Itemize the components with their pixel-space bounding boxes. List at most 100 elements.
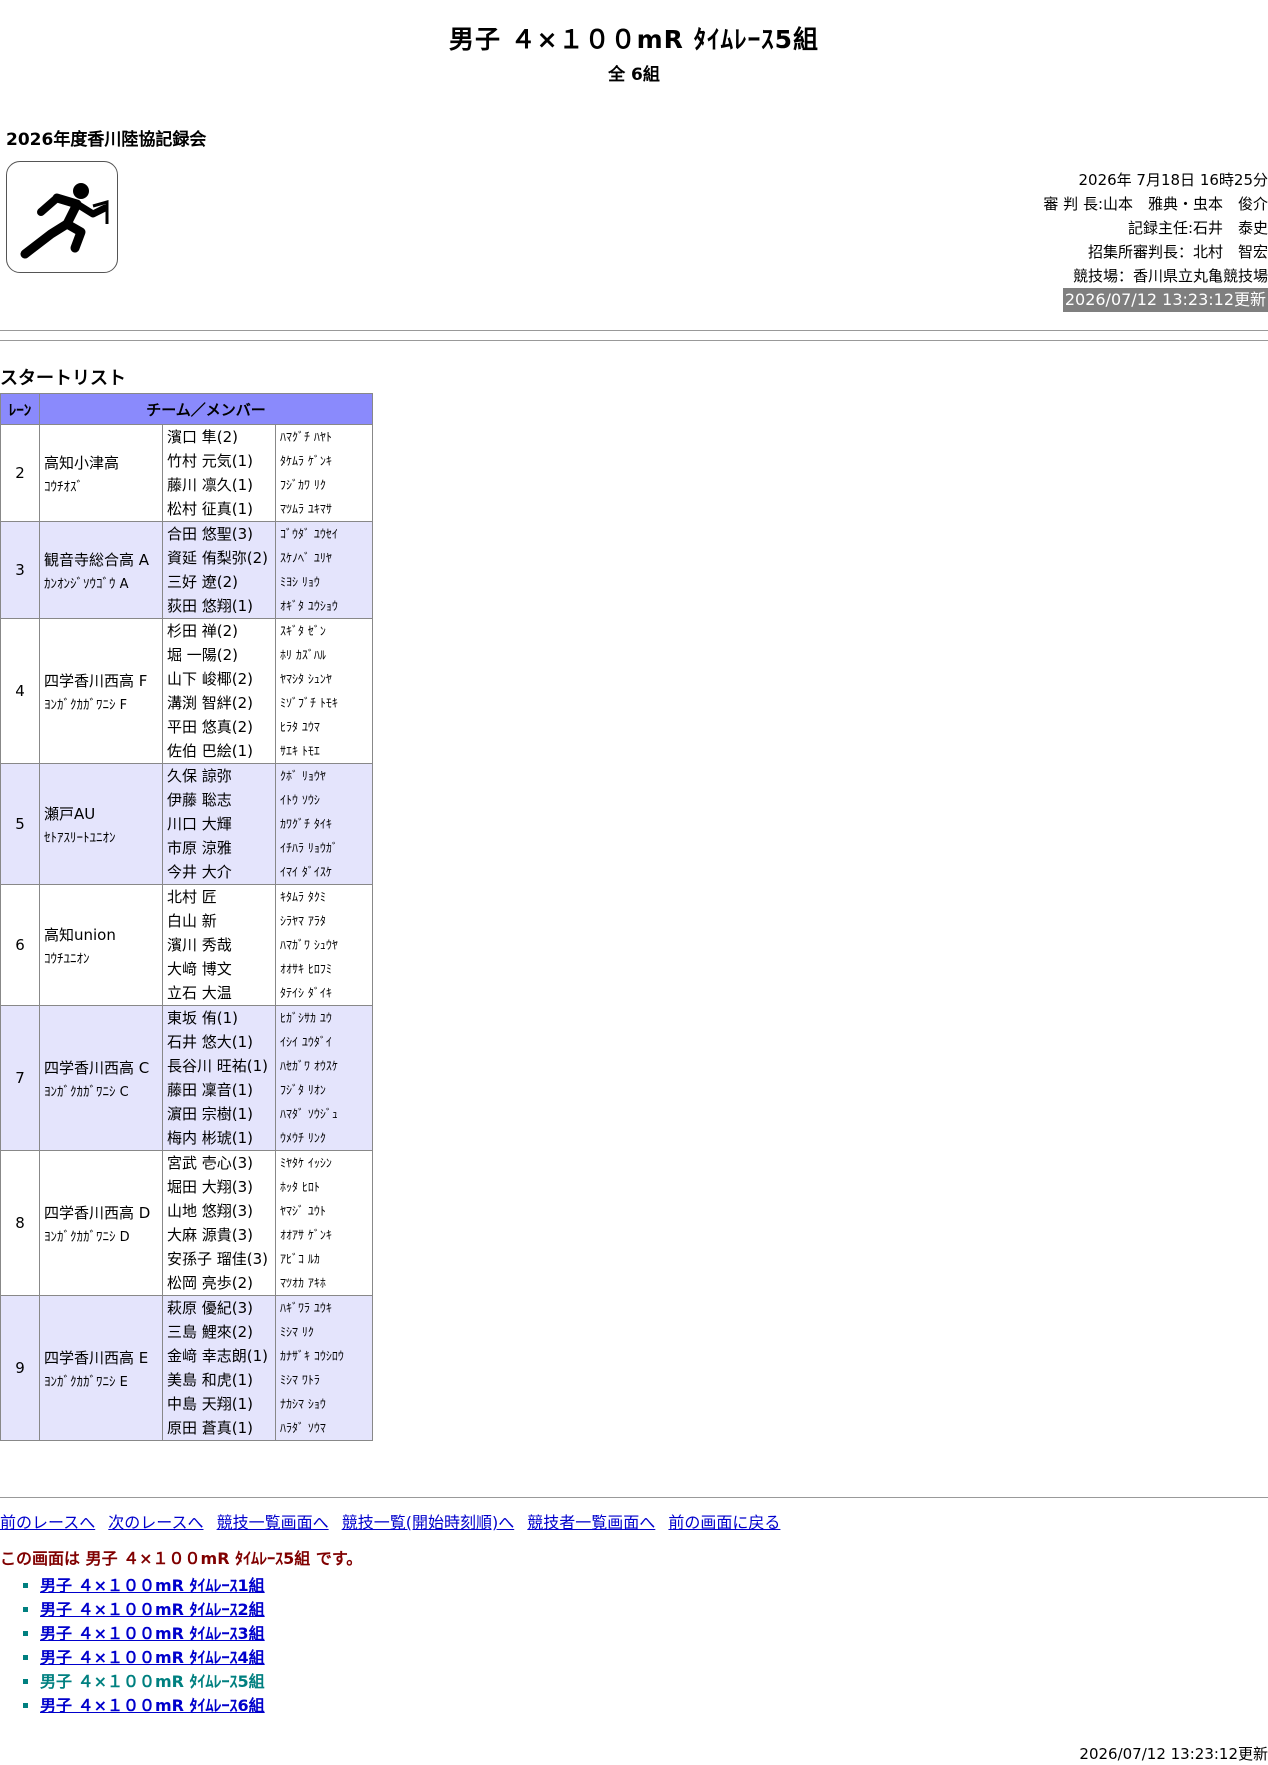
member-name: 濱川 秀哉 (167, 936, 232, 954)
venue: 競技場：香川県立丸亀競技場 (1072, 267, 1268, 285)
member-kana: ﾀﾃｲｼ ﾀﾞｲｷ (280, 986, 332, 1000)
member-kana: ｵｵｱｻ ｹﾞﾝｷ (280, 1228, 332, 1242)
member-kana: ﾀｹﾑﾗ ｹﾞﾝｷ (280, 454, 332, 468)
member-name: 松岡 亮歩(2) (167, 1274, 254, 1292)
team-kana: ｺｳﾁﾕﾆｵﾝ (44, 951, 90, 967)
member-kana: ﾔﾏｼﾀ ｼｭﾝﾔ (280, 672, 332, 686)
member-kana-cell: ｽｷﾞﾀ ｾﾞﾝ ﾎﾘ ｶｽﾞﾊﾙ ﾔﾏｼﾀ ｼｭﾝﾔ ﾐｿﾞﾌﾞﾁ ﾄﾓｷ ﾋﾗﾀ ﾕ… (275, 618, 373, 764)
member-kana-cell: ｷﾀﾑﾗ ﾀｸﾐ ｼﾗﾔﾏ ｱﾗﾀ ﾊﾏｶﾞﾜ ｼｭｳﾔ ｵｵｻｷ ﾋﾛﾌﾐ ﾀﾃｲｼ … (275, 884, 373, 1006)
member-kana: ﾋﾗﾀ ﾕｳﾏ (280, 720, 320, 734)
next-race-link[interactable]: 次のレースへ (108, 1513, 203, 1532)
sprint-logo (6, 161, 118, 273)
member-name: 松村 征真(1) (167, 500, 254, 518)
back-link[interactable]: 前の画面に戻る (668, 1513, 780, 1532)
member-names-cell: 杉田 禅(2) 堀 一陽(2) 山下 峻椰(2) 溝渕 智絆(2) 平田 悠真(2) 佐伯… (162, 618, 276, 764)
member-name: 金﨑 幸志朗(1) (167, 1347, 269, 1365)
team-name: 高知小津高 (44, 453, 120, 472)
member-kana: ﾊﾏﾀﾞ ｿｳｼﾞｭ (280, 1107, 338, 1121)
member-name: 山下 峻椰(2) (167, 670, 254, 688)
race-link[interactable]: 男子 ４×１００mR ﾀｲﾑﾚｰｽ2組 (40, 1600, 265, 1619)
member-kana: ｷﾀﾑﾗ ﾀｸﾐ (280, 890, 326, 904)
lane-number: 4 (0, 618, 40, 764)
member-kana: ｽｹﾉﾍﾞ ﾕﾘﾔ (280, 551, 332, 565)
member-kana: ｲﾄｳ ｿｳｼ (280, 793, 320, 807)
member-kana: ﾐｼﾏ ﾜﾄﾗ (280, 1373, 320, 1387)
team-cell: 四学香川西高 F ﾖﾝｶﾞｸｶｶﾞﾜﾆｼ F (39, 618, 163, 764)
team-name: 四学香川西高 F (44, 671, 148, 690)
member-name: 長谷川 旺祐(1) (167, 1057, 269, 1075)
member-kana: ｲｼｲ ﾕｳﾀﾞｲ (280, 1035, 332, 1049)
member-name: 市原 涼雅 (167, 839, 232, 857)
team-kana: ｺｳﾁｵｽﾞ (44, 479, 83, 495)
member-name: 梅内 彬琥(1) (167, 1129, 254, 1147)
referee: 審 判 長:山本 雅典・虫本 俊介 (1043, 195, 1268, 213)
event-list-time-link[interactable]: 競技一覧(開始時刻順)へ (342, 1513, 515, 1532)
member-kana: ﾌｼﾞﾀ ﾘｵﾝ (280, 1083, 326, 1097)
member-name: 三島 鯉來(2) (167, 1323, 254, 1341)
lane-number: 3 (0, 521, 40, 619)
member-name: 山地 悠翔(3) (167, 1202, 254, 1220)
member-names-cell: 合田 悠聖(3) 資延 侑梨弥(2) 三好 遼(2) 荻田 悠翔(1) (162, 521, 276, 619)
member-name: 合田 悠聖(3) (167, 525, 254, 543)
table-row: 4 四学香川西高 F ﾖﾝｶﾞｸｶｶﾞﾜﾆｼ F 杉田 禅(2) 堀 一陽(2) 山下 峻… (0, 618, 373, 764)
member-name: 藤川 凛久(1) (167, 476, 254, 494)
member-kana: ﾐｼﾏ ﾘｸ (280, 1325, 314, 1339)
member-name: 荻田 悠翔(1) (167, 597, 254, 615)
recorder: 記録主任:石井 泰史 (1127, 219, 1268, 237)
member-kana: ｺﾞｳﾀﾞ ﾕｳｾｲ (280, 527, 338, 541)
member-name: 伊藤 聡志 (167, 791, 232, 809)
member-name: 佐伯 巴絵(1) (167, 742, 254, 760)
table-row: 8 四学香川西高 D ﾖﾝｶﾞｸｶｶﾞﾜﾆｼ D 宮武 壱心(3) 堀田 大翔(3) 山地… (0, 1150, 373, 1296)
team-cell: 高知小津高 ｺｳﾁｵｽﾞ (39, 424, 163, 522)
team-kana: ﾖﾝｶﾞｸｶｶﾞﾜﾆｼ C (44, 1084, 129, 1100)
team-name: 瀬戸AU (44, 804, 96, 823)
member-kana: ｼﾗﾔﾏ ｱﾗﾀ (280, 914, 326, 928)
race-link[interactable]: 男子 ４×１００mR ﾀｲﾑﾚｰｽ3組 (40, 1624, 265, 1643)
member-name: 東坂 侑(1) (167, 1009, 239, 1027)
member-kana: ｶﾜｸﾞﾁ ﾀｲｷ (280, 817, 332, 831)
member-name: 堀 一陽(2) (167, 646, 239, 664)
team-kana: ﾖﾝｶﾞｸｶｶﾞﾜﾆｼ F (44, 697, 128, 713)
team-kana: ﾖﾝｶﾞｸｶｶﾞﾜﾆｼ E (44, 1374, 128, 1390)
race-list-item: 男子 ４×１００mR ﾀｲﾑﾚｰｽ4組 (40, 1646, 265, 1670)
race-link[interactable]: 男子 ４×１００mR ﾀｲﾑﾚｰｽ6組 (40, 1696, 265, 1715)
table-row: 5 瀬戸AU ｾﾄｱｽﾘｰﾄﾕﾆｵﾝ 久保 諒弥 伊藤 聡志 川口 大輝 市原 涼雅 今井 大… (0, 763, 373, 885)
race-link[interactable]: 男子 ４×１００mR ﾀｲﾑﾚｰｽ4組 (40, 1648, 265, 1667)
member-name: 資延 侑梨弥(2) (167, 549, 269, 567)
race-list-item: 男子 ４×１００mR ﾀｲﾑﾚｰｽ5組 (40, 1670, 265, 1694)
member-name: 久保 諒弥 (167, 767, 232, 785)
race-list-item: 男子 ４×１００mR ﾀｲﾑﾚｰｽ3組 (40, 1622, 265, 1646)
race-link[interactable]: 男子 ４×１００mR ﾀｲﾑﾚｰｽ1組 (40, 1576, 265, 1595)
member-name: 立石 大温 (167, 984, 232, 1002)
member-name: 三好 遼(2) (167, 573, 239, 591)
race-list-item: 男子 ４×１００mR ﾀｲﾑﾚｰｽ2組 (40, 1598, 265, 1622)
updated-badge: 2026/07/12 13:23:12更新 (1062, 288, 1268, 312)
navigation-links: 前のレースへ 次のレースへ 競技一覧画面へ 競技一覧(開始時刻順)へ 競技者一覧… (0, 1509, 788, 1533)
column-header-team: チーム／メンバー (39, 393, 373, 425)
member-name: 藤田 凜音(1) (167, 1081, 254, 1099)
start-list-heading: スタートリスト (0, 368, 126, 389)
team-cell: 高知union ｺｳﾁﾕﾆｵﾝ (39, 884, 163, 1006)
team-name: 四学香川西高 D (44, 1203, 151, 1222)
team-kana: ﾖﾝｶﾞｸｶｶﾞﾜﾆｼ D (44, 1229, 130, 1245)
event-list-link[interactable]: 競技一覧画面へ (217, 1513, 329, 1532)
member-kana-cell: ﾊｷﾞﾜﾗ ﾕｳｷ ﾐｼﾏ ﾘｸ ｶﾅｻﾞｷ ｺｳｼﾛｳ ﾐｼﾏ ﾜﾄﾗ ﾅｶｼﾏ ｼｮ… (275, 1295, 373, 1441)
member-kana: ｽｷﾞﾀ ｾﾞﾝ (280, 624, 326, 638)
team-name: 高知union (44, 925, 116, 944)
prev-race-link[interactable]: 前のレースへ (0, 1513, 95, 1532)
athlete-list-link[interactable]: 競技者一覧画面へ (527, 1513, 655, 1532)
member-names-cell: 北村 匠白山 新濱川 秀哉 大﨑 博文 立石 大温 (162, 884, 276, 1006)
member-name: 白山 新 (167, 912, 217, 930)
page-subtitle: 全 6組 (608, 65, 660, 85)
team-cell: 四学香川西高 D ﾖﾝｶﾞｸｶｶﾞﾜﾆｼ D (39, 1150, 163, 1296)
team-cell: 四学香川西高 C ﾖﾝｶﾞｸｶｶﾞﾜﾆｼ C (39, 1005, 163, 1151)
page-title: 男子 ４×１００mR ﾀｲﾑﾚｰｽ5組 (448, 25, 820, 54)
member-name: 中島 天翔(1) (167, 1395, 254, 1413)
member-name: 溝渕 智絆(2) (167, 694, 254, 712)
team-cell: 瀬戸AU ｾﾄｱｽﾘｰﾄﾕﾆｵﾝ (39, 763, 163, 885)
table-row: 9 四学香川西高 E ﾖﾝｶﾞｸｶｶﾞﾜﾆｼ E 萩原 優紀(3) 三島 鯉來(2) 金﨑… (0, 1295, 373, 1441)
member-kana: ﾏﾂﾑﾗ ﾕｷﾏｻ (280, 502, 332, 516)
race-datetime: 2026年 7月18日 16時25分 (1078, 171, 1268, 189)
team-name: 四学香川西高 C (44, 1058, 150, 1077)
member-kana-cell: ｺﾞｳﾀﾞ ﾕｳｾｲ ｽｹﾉﾍﾞ ﾕﾘﾔ ﾐﾖｼ ﾘｮｳ ｵｷﾞﾀ ﾕｳｼｮｳ (275, 521, 373, 619)
